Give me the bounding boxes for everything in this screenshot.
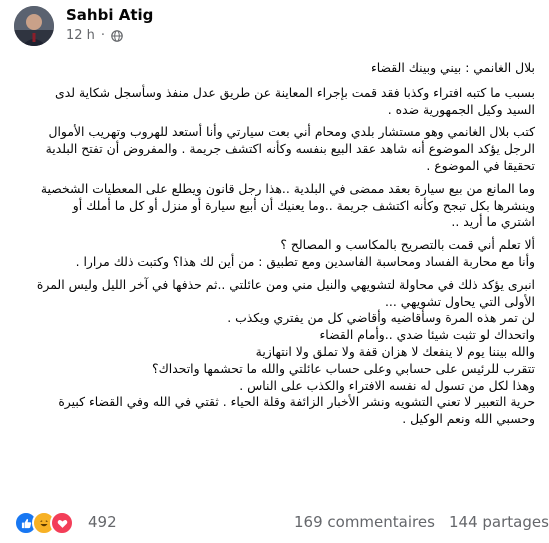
post-meta: 12 h · [66, 28, 123, 43]
post-line: والله بيننا يوم لا ينفعك لا هزان قفة ولا… [255, 343, 535, 359]
post-line: وينشرها بكل تبجح وكأنه اكتشف جريمة ..وما… [72, 197, 535, 213]
post-paragraph: بسبب ما كتبه افتراء وكذبا فقد قمت بإجراء… [10, 85, 535, 119]
post-line: بسبب ما كتبه افتراء وكذبا فقد قمت بإجراء… [55, 84, 535, 100]
post-line: كتب بلال الغانمي وهو مستشار بلدي ومحام أ… [48, 124, 535, 140]
post-text: بلال الغانمي : بيني وبينك القضاء بسبب ما … [10, 60, 535, 505]
post-line: ألا تعلم أني قمت بالتصريح بالمكاسب و الم… [280, 237, 535, 253]
post-line: السيد وكيل الجمهورية ضده . [387, 101, 535, 117]
post-line: وهذا لكل من تسول له نفسه الافتراء والكذب… [239, 377, 535, 393]
post-line: انبرى يؤكد ذلك في محاولة لتشويهي والنيل … [36, 276, 535, 292]
post-line: بلال الغانمي : بيني وبينك القضاء [370, 60, 535, 75]
meta-separator: · [100, 28, 106, 43]
shares-count[interactable]: 144 partages [449, 513, 549, 531]
post-line: حرية التعبير لا تعني التشويه ونشر الأخبا… [58, 394, 535, 410]
post-line: واتحداك لو تثبت شيئا ضدي ..وأمام القضاء [319, 327, 535, 343]
post-paragraph: وما المانع من بيع سيارة بعقد ممضى في الب… [10, 181, 535, 231]
post-line: وما المانع من بيع سيارة بعقد ممضى في الب… [40, 180, 535, 196]
post-paragraph: انبرى يؤكد ذلك في محاولة لتشويهي والنيل … [10, 277, 535, 428]
post-line: الرجل يؤكد الموضوع أنه شاهد عقد البيع بن… [45, 141, 535, 157]
post-paragraph: كتب بلال الغانمي وهو مستشار بلدي ومحام أ… [10, 124, 535, 174]
post-line: لن تمر هذه المرة وسأقاضيه وأقاضي كل من ي… [227, 310, 535, 326]
post-header: Sahbi Atig 12 h · [0, 0, 549, 56]
post-paragraph: ألا تعلم أني قمت بالتصريح بالمكاسب و الم… [10, 237, 535, 271]
post-line: الأولى التي يحاول تشويهي ... [384, 293, 535, 309]
post-line: تتقرب للرئيس على حسابي وعلى حساب عائلتي … [152, 360, 535, 376]
post-time[interactable]: 12 h [66, 28, 95, 43]
comments-count[interactable]: 169 commentaires [294, 513, 435, 531]
author-name[interactable]: Sahbi Atig [66, 6, 153, 24]
reaction-count[interactable]: 492 [88, 513, 117, 531]
post-line: تحقيقا في الموضوع . [426, 157, 535, 173]
post-line: اشتري ما أريد .. [451, 214, 535, 230]
reaction-icons[interactable] [14, 511, 74, 535]
post-line: وأنا مع محاربة الفساد ومحاسبة الفاسدين و… [75, 253, 535, 269]
post-footer: 492 169 commentaires 144 partages [0, 502, 549, 539]
post-paragraph: بلال الغانمي : بيني وبينك القضاء [10, 60, 535, 77]
love-icon [50, 511, 74, 535]
globe-icon [111, 29, 123, 42]
post-line: وحسبي الله ونعم الوكيل . [402, 411, 535, 427]
author-avatar[interactable] [14, 6, 54, 46]
